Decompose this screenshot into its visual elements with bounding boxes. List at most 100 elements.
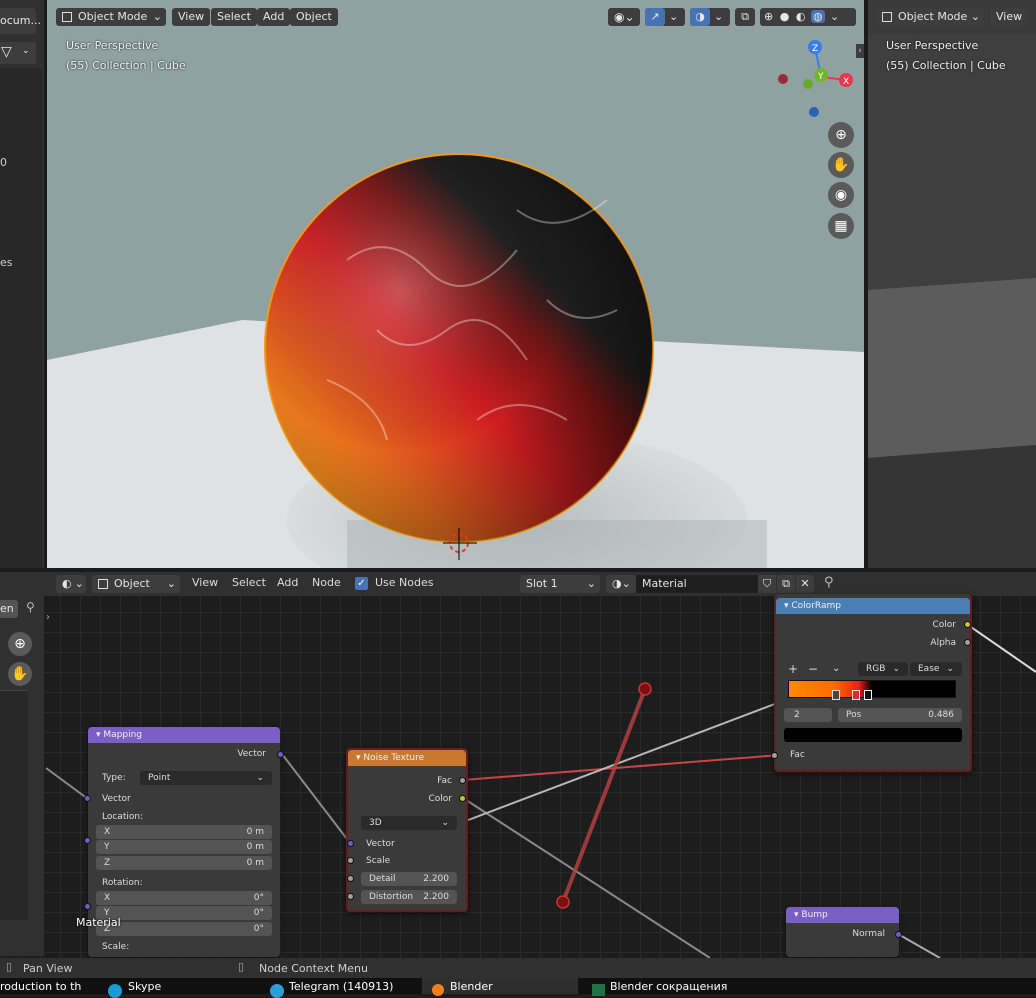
reroute-node-top[interactable] [638,682,652,696]
mapping-scale-label: Scale: [102,942,130,952]
colorramp-mode-value: RGB [866,664,886,674]
overlay-icon: ◑ [690,8,710,26]
gizmo-toggle[interactable]: ↗ ⌄ [645,8,685,26]
noise-fac-socket[interactable] [459,777,466,784]
colorramp-remove-stop-button[interactable]: − [808,662,818,676]
taskbar-item-skype[interactable]: Skype [128,978,188,994]
gizmo-neg-y-axis[interactable] [803,79,813,89]
status-pan-view: Pan View [23,962,73,975]
document-button[interactable]: ocum... [0,8,41,34]
viewport-3d[interactable] [47,0,864,568]
taskbar-item-excel[interactable]: Blender сокращения [610,978,750,994]
chevron-down-icon[interactable]: ⌄ [832,663,840,674]
noise-texture-node[interactable]: ▾ Noise Texture Fac Color 3D ⌄ Vector Sca… [346,748,468,912]
noise-node-header[interactable]: ▾ Noise Texture [348,750,466,766]
colorramp-stop-color[interactable] [784,728,962,742]
taskbar-item-telegram[interactable]: Telegram (140913) [289,978,399,994]
mapping-rotation-z[interactable]: Z 0° [96,922,272,936]
noise-vector-socket[interactable] [347,840,354,847]
colorramp-stop-1[interactable] [852,690,860,700]
bump-normal-socket[interactable] [895,931,902,938]
noise-color-socket[interactable] [459,795,466,802]
mapping-out-vector: Vector [237,749,266,759]
colorramp-stop-0[interactable] [832,690,840,700]
mapping-location-x[interactable]: X 0 m [96,825,272,839]
gizmo-icon: ↗ [645,8,665,26]
right-viewport-mode-dropdown[interactable]: Object Mode ⌄ [876,8,984,26]
bump-node-header[interactable]: ▾ Bump [786,907,899,923]
viewport-menu-view[interactable]: View [172,8,211,26]
sidebar-expand-arrow[interactable]: ‹ [856,44,864,58]
noise-distortion-socket[interactable] [347,893,354,900]
reroute-node-bottom[interactable] [556,895,570,909]
viewport-menu-select[interactable]: Select [211,8,257,26]
visibility-toggle[interactable]: ◉⌄ [608,8,640,26]
colorramp-index-value: 2 [794,710,800,720]
chevron-down-icon: ⌄ [256,773,264,783]
mapping-rotation-label: Rotation: [102,878,143,888]
noise-detail-field[interactable]: Detail 2.200 [361,872,457,886]
hand-pan-icon[interactable]: ✋ [828,152,854,178]
gizmo-neg-z-axis[interactable] [809,107,819,117]
overlay-toggle[interactable]: ◑ ⌄ [690,8,730,26]
mapping-in-vector-socket[interactable] [84,795,91,802]
mapping-type-label: Type: [102,773,126,783]
viewport-scene [47,153,864,568]
colorramp-node-header[interactable]: ▾ ColorRamp [776,598,970,614]
mapping-location-socket[interactable] [84,837,91,844]
taskbar-item-browser[interactable]: roduction to th [0,978,84,994]
mapping-rotation-x[interactable]: X 0° [96,891,272,905]
eye-icon: ◉⌄ [614,10,635,24]
mapping-out-vector-socket[interactable] [277,751,284,758]
excel-icon [592,984,605,996]
viewport-mode-dropdown[interactable]: Object Mode ⌄ [56,8,166,26]
taskbar-item-blender[interactable]: Blender [450,978,530,994]
mapping-type-dropdown[interactable]: Point ⌄ [140,771,272,785]
colorramp-gradient[interactable] [788,680,956,698]
bump-node[interactable]: ▾ Bump Normal [786,907,899,957]
colorramp-interp-dropdown[interactable]: Ease ⌄ [910,662,962,676]
viewport-menu-add[interactable]: Add [257,8,291,26]
colorramp-stop-2[interactable] [864,690,872,700]
camera-icon[interactable]: ◉ [828,182,854,208]
mapping-location-y[interactable]: Y 0 m [96,840,272,854]
bump-normal-output: Normal [852,929,885,939]
wireframe-shading-icon[interactable]: ⊕ [764,10,773,23]
colorramp-pos-label: Pos [846,710,862,720]
zoom-icon[interactable]: ⊕ [828,122,854,148]
xray-toggle[interactable]: ⧉ [735,8,755,26]
skype-icon [108,984,122,998]
material-shading-icon[interactable]: ◐ [796,10,806,23]
colorramp-mode-dropdown[interactable]: RGB ⌄ [858,662,908,676]
right-viewport-menu-view[interactable]: View [990,8,1029,26]
left-panel: ocum... ▽ ⌄ 0 es [0,0,44,568]
shading-buttons[interactable]: ⊕ ● ◐ ◍ ⌄ [760,8,856,26]
noise-scale-socket[interactable] [347,857,354,864]
mapping-location-z[interactable]: Z 0 m [96,856,272,870]
colorramp-add-stop-button[interactable]: + [788,662,798,676]
noise-dimension-dropdown[interactable]: 3D ⌄ [361,816,457,830]
filter-dropdown[interactable]: ▽ ⌄ [0,42,36,64]
noise-distortion-field[interactable]: Distortion 2.200 [361,890,457,904]
colorramp-fac-socket[interactable] [771,752,778,759]
chevron-down-icon: ⌄ [441,818,449,828]
colorramp-color-socket[interactable] [964,621,971,628]
axis-label: X [104,893,111,903]
mapping-rotation-socket[interactable] [84,903,91,910]
colorramp-index-field[interactable]: 2 [784,708,832,722]
right-viewport[interactable]: Object Mode ⌄ View User Perspective (55) … [868,0,1036,568]
gizmo-neg-x-axis[interactable] [778,74,788,84]
grid-ortho-icon[interactable]: ▦ [828,213,854,239]
noise-detail-socket[interactable] [347,875,354,882]
viewport-menu-object[interactable]: Object [290,8,338,26]
mapping-location-label: Location: [102,812,144,822]
mapping-rotation-y[interactable]: Y 0° [96,906,272,920]
solid-shading-icon[interactable]: ● [780,10,790,23]
colorramp-alpha-socket[interactable] [964,639,971,646]
rendered-shading-icon[interactable]: ◍ [810,10,825,23]
mapping-in-vector: Vector [102,794,131,804]
navigation-gizmo[interactable]: Z X Y [772,37,862,127]
colorramp-pos-field[interactable]: Pos 0.486 [838,708,962,722]
colorramp-node[interactable]: ▾ ColorRamp Color Alpha + − ⌄ RGB ⌄ Ease ⌄… [774,594,972,772]
mapping-node-header[interactable]: ▾ Mapping [88,727,280,743]
